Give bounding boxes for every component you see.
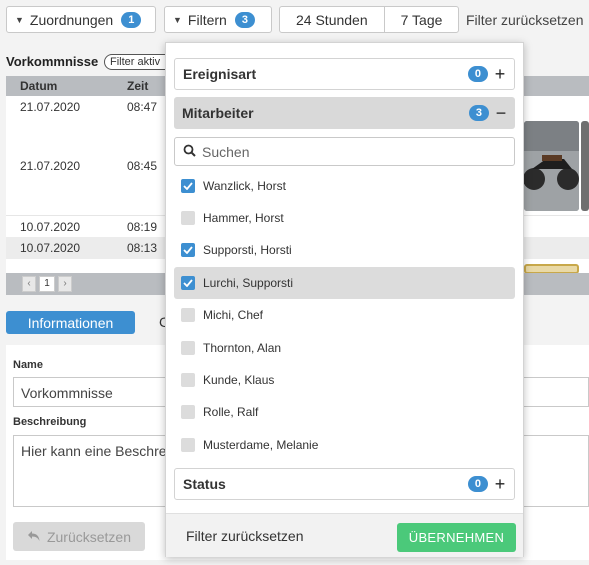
employee-name: Musterdame, Melanie [203, 438, 319, 452]
row-time: 08:19 [127, 220, 158, 234]
checkbox-unchecked-icon[interactable] [181, 211, 195, 225]
checkbox-checked-icon[interactable] [181, 243, 195, 257]
motorcycle-image [524, 121, 579, 211]
employee-option[interactable]: Wanzlick, Horst [174, 170, 515, 202]
employee-option[interactable]: Supporsti, Horsti [174, 234, 515, 266]
employee-option[interactable]: Thornton, Alan [174, 332, 515, 364]
filter-button[interactable]: ▼ Filtern 3 [164, 6, 272, 33]
assignments-label: Zuordnungen [29, 11, 114, 28]
employee-name: Rolle, Ralf [203, 405, 259, 419]
employee-option[interactable]: Hammer, Horst [174, 202, 515, 234]
filter-count-badge: 3 [234, 11, 255, 28]
filter-label: Filtern [187, 11, 227, 28]
employee-name: Michi, Chef [203, 308, 264, 322]
row-time: 08:13 [127, 241, 158, 255]
description-label: Beschreibung [13, 416, 87, 428]
row-date: 10.07.2020 [20, 220, 81, 234]
row-time: 08:45 [127, 159, 158, 173]
name-label: Name [13, 359, 43, 371]
employee-option[interactable]: Rolle, Ralf [174, 396, 515, 428]
employee-option[interactable]: Musterdame, Melanie [174, 429, 515, 461]
reset-filter-link[interactable]: Filter zurücksetzen [466, 12, 583, 28]
event-type-section[interactable]: Ereignisart 0 + [174, 58, 515, 90]
status-section[interactable]: Status 0 + [174, 468, 515, 500]
pager-next-button[interactable]: › [58, 276, 72, 292]
employee-option[interactable]: Lurchi, Supporsti [174, 267, 515, 299]
plus-icon[interactable]: + [494, 474, 506, 495]
event-type-label: Ereignisart [183, 66, 257, 82]
row-date: 10.07.2020 [20, 241, 81, 255]
incident-image-thumbnail[interactable] [524, 121, 579, 211]
row-date: 21.07.2020 [20, 159, 81, 173]
footer-reset-filter-link[interactable]: Filter zurücksetzen [186, 528, 303, 544]
row-date: 21.07.2020 [20, 100, 81, 114]
chevron-down-icon: ▼ [15, 14, 24, 25]
checkbox-unchecked-icon[interactable] [181, 308, 195, 322]
checkbox-checked-icon[interactable] [181, 276, 195, 290]
time-range-selector: 24 Stunden 7 Tage [279, 6, 460, 33]
row-time: 08:47 [127, 100, 158, 114]
search-placeholder: Suchen [202, 143, 250, 160]
checkbox-checked-icon[interactable] [181, 179, 195, 193]
assignments-count-badge: 1 [121, 11, 142, 28]
reset-label: Zurücksetzen [46, 528, 132, 545]
filter-dropdown: Ereignisart 0 + Mitarbeiter 3 − Suchen W… [165, 42, 524, 557]
reset-button[interactable]: Zurücksetzen [13, 522, 145, 551]
employee-name: Kunde, Klaus [203, 373, 275, 387]
employee-name: Supporsti, Horsti [203, 243, 292, 257]
employee-name: Lurchi, Supporsti [203, 276, 294, 290]
undo-icon [27, 529, 41, 545]
range-7d-button[interactable]: 7 Tage [383, 7, 459, 32]
chevron-down-icon: ▼ [173, 14, 182, 25]
column-time[interactable]: Zeit [127, 79, 148, 93]
filter-active-chip[interactable]: Filter aktiv [104, 54, 174, 70]
checkbox-unchecked-icon[interactable] [181, 341, 195, 355]
checkbox-unchecked-icon[interactable] [181, 438, 195, 452]
employee-name: Thornton, Alan [203, 341, 282, 355]
status-label: Status [183, 476, 226, 492]
range-24h-button[interactable]: 24 Stunden [280, 7, 384, 32]
dropdown-footer: Filter zurücksetzen ÜBERNEHMEN [166, 513, 523, 557]
event-type-count-badge: 0 [467, 66, 488, 82]
incident-image-thumbnail[interactable] [581, 121, 589, 211]
employees-count-badge: 3 [468, 105, 489, 121]
employee-search-input[interactable]: Suchen [174, 137, 515, 166]
search-icon [183, 144, 196, 160]
employees-label: Mitarbeiter [182, 105, 254, 121]
minus-icon[interactable]: − [495, 103, 507, 124]
employee-name: Hammer, Horst [203, 211, 284, 225]
assignments-button[interactable]: ▼ Zuordnungen 1 [6, 6, 156, 33]
pager-page-button[interactable]: 1 [39, 276, 55, 292]
plus-icon[interactable]: + [494, 64, 506, 85]
apply-button[interactable]: ÜBERNEHMEN [397, 523, 516, 552]
column-date[interactable]: Datum [20, 79, 57, 93]
status-count-badge: 0 [467, 476, 488, 492]
employee-name: Wanzlick, Horst [203, 179, 286, 193]
pager-prev-button[interactable]: ‹ [22, 276, 36, 292]
employee-option[interactable]: Kunde, Klaus [174, 364, 515, 396]
incidents-title: Vorkommnisse [6, 54, 99, 69]
employees-section[interactable]: Mitarbeiter 3 − [174, 97, 515, 129]
checkbox-unchecked-icon[interactable] [181, 373, 195, 387]
checkbox-unchecked-icon[interactable] [181, 405, 195, 419]
employee-option[interactable]: Michi, Chef [174, 299, 515, 331]
tab-information[interactable]: Informationen [6, 311, 135, 334]
